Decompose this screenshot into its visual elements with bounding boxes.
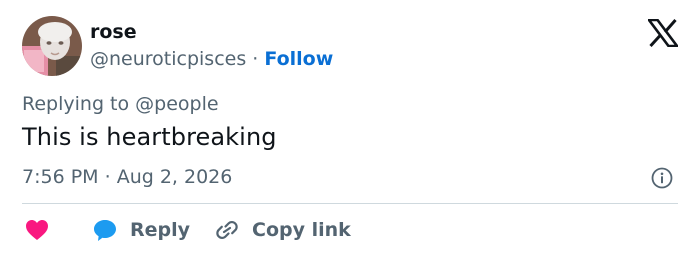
- timestamp-separator: ·: [104, 166, 111, 188]
- divider: [22, 203, 678, 204]
- author-handle-row: @neuroticpisces · Follow: [90, 48, 333, 70]
- link-icon: [216, 220, 238, 240]
- like-button[interactable]: [24, 216, 50, 244]
- tweet-time: 7:56 PM: [22, 166, 99, 188]
- tweet-date: Aug 2, 2026: [116, 166, 233, 188]
- tweet-text: This is heartbreaking: [22, 123, 277, 151]
- follow-button[interactable]: Follow: [264, 48, 333, 70]
- copy-link-label: Copy link: [252, 219, 351, 241]
- info-icon[interactable]: [651, 167, 673, 189]
- author-name[interactable]: rose: [90, 21, 137, 43]
- reply-label: Reply: [130, 219, 191, 241]
- tweet-timestamp[interactable]: 7:56 PM · Aug 2, 2026: [22, 166, 232, 188]
- replying-to: Replying to @people: [22, 93, 219, 115]
- reply-button[interactable]: Reply: [92, 216, 190, 244]
- avatar[interactable]: [22, 16, 82, 76]
- replying-to-label: Replying to: [22, 93, 130, 115]
- x-logo-icon[interactable]: [646, 18, 680, 48]
- author-handle[interactable]: @neuroticpisces: [90, 48, 246, 70]
- replying-to-mention[interactable]: @people: [135, 93, 218, 115]
- avatar-image: [22, 16, 82, 76]
- speech-bubble-icon: [94, 220, 116, 241]
- copy-link-button[interactable]: Copy link: [214, 216, 351, 244]
- handle-separator: ·: [252, 48, 259, 70]
- heart-icon: [26, 220, 48, 240]
